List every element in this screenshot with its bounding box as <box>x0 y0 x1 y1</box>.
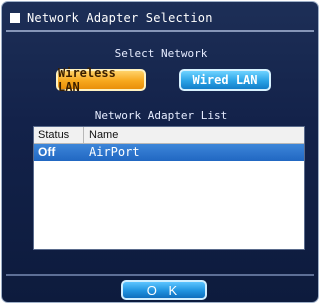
adapter-status: Off <box>38 145 56 159</box>
column-header-status[interactable]: Status <box>34 127 84 143</box>
adapter-name: AirPort <box>89 145 140 159</box>
window-square-icon <box>10 13 20 23</box>
wired-lan-button[interactable]: Wired LAN <box>179 69 271 91</box>
wireless-lan-button[interactable]: Wireless LAN <box>56 66 146 94</box>
adapter-list[interactable]: Status Name Off AirPort <box>33 126 305 250</box>
dialog-title: Network Adapter Selection <box>27 11 213 25</box>
footer-divider <box>6 274 314 276</box>
select-network-label: Select Network <box>114 47 208 60</box>
title-divider <box>6 30 314 32</box>
network-adapter-dialog: Network Adapter Selection Select Network… <box>1 1 319 303</box>
ok-button[interactable]: O K <box>121 280 207 300</box>
adapter-list-label: Network Adapter List <box>94 109 228 122</box>
column-header-name[interactable]: Name <box>84 127 118 143</box>
list-header: Status Name <box>34 127 304 144</box>
title-bar: Network Adapter Selection <box>8 8 312 28</box>
list-item[interactable]: Off AirPort <box>34 144 304 161</box>
